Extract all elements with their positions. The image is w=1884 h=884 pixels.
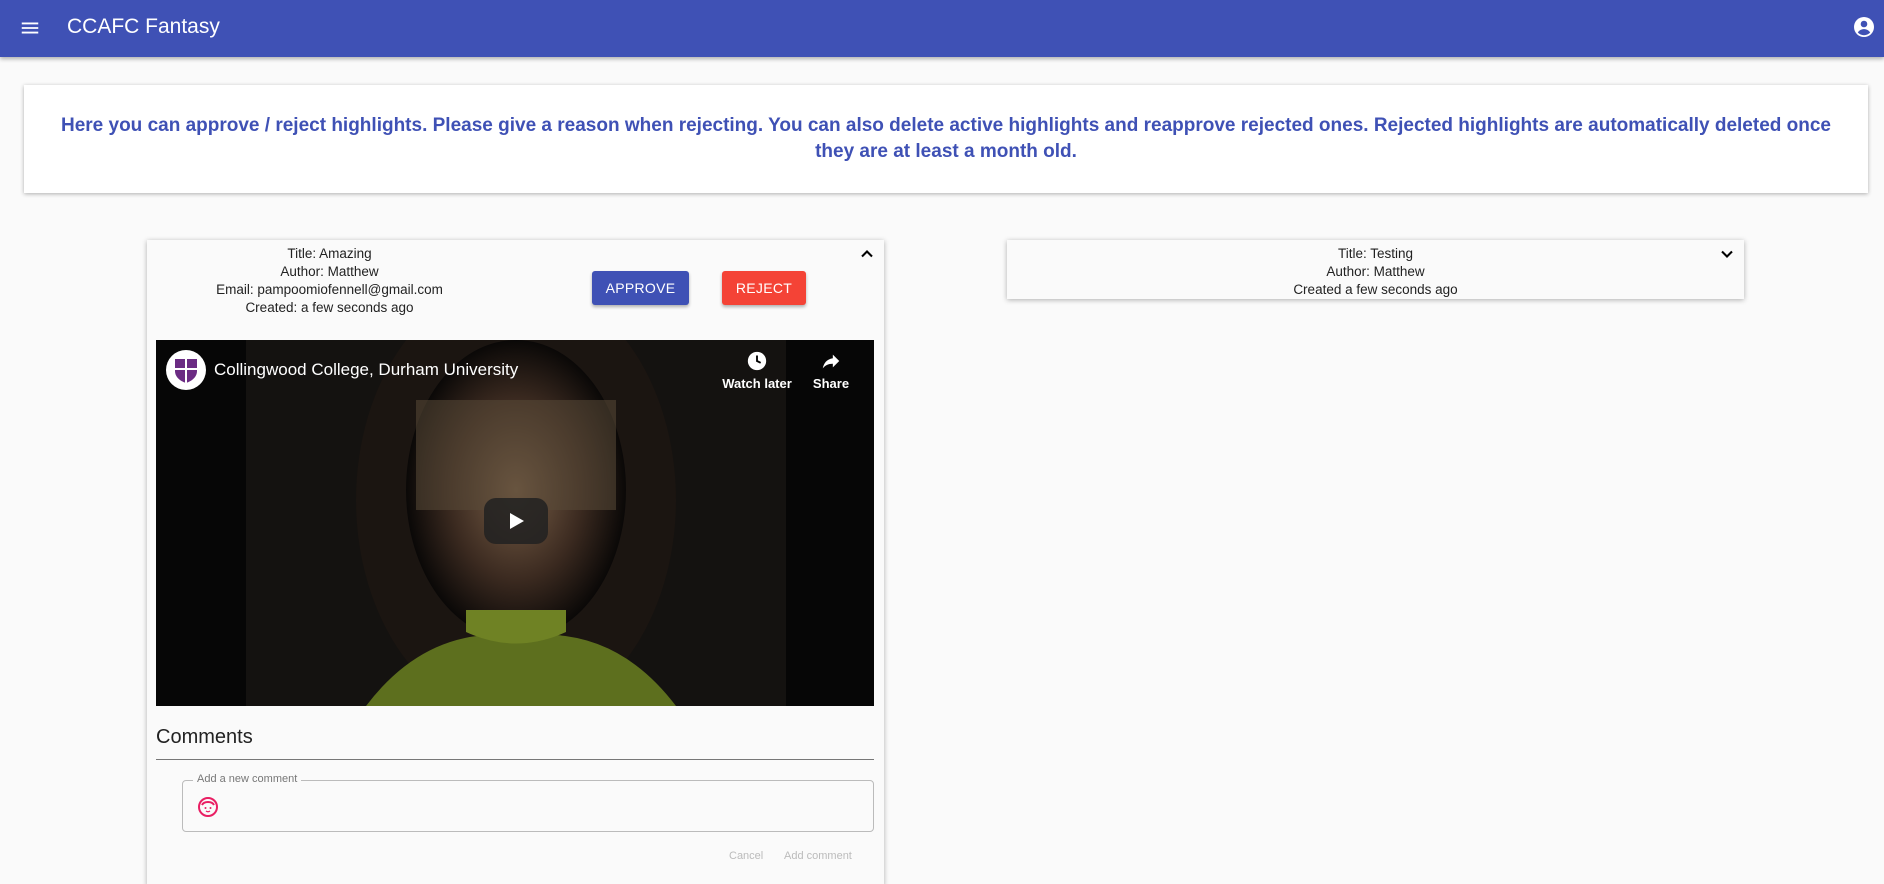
clock-icon [747, 351, 767, 371]
highlight-panel-collapsed[interactable]: Title: Testing Author: Matthew Created a… [1007, 240, 1744, 299]
info-card: Here you can approve / reject highlights… [24, 85, 1868, 193]
account-circle-icon[interactable] [1852, 15, 1876, 39]
comments-title: Comments [156, 726, 253, 748]
share-button[interactable]: Share [806, 350, 856, 391]
chevron-up-icon[interactable] [857, 244, 877, 264]
highlight-created: Created: a few seconds ago [245, 300, 414, 315]
highlight-meta: Title: Amazing Author: Matthew Email: pa… [147, 245, 512, 317]
highlight-meta: Title: Testing Author: Matthew Created a… [1007, 245, 1744, 299]
video-player[interactable]: Collingwood College, Durham University W… [156, 340, 874, 706]
play-button[interactable] [484, 498, 548, 544]
highlight-created: Created a few seconds ago [1293, 282, 1458, 297]
share-label: Share [812, 376, 850, 391]
reject-button[interactable]: REJECT [722, 271, 806, 305]
highlight-email: Email: pampoomiofennell@gmail.com [216, 282, 443, 297]
highlight-title: Title: Testing [1337, 246, 1414, 261]
chevron-down-icon[interactable] [1717, 244, 1737, 264]
user-avatar-icon [198, 797, 218, 817]
channel-logo[interactable] [166, 350, 206, 390]
info-text: Here you can approve / reject highlights… [60, 115, 1831, 162]
play-icon [510, 513, 524, 529]
comment-input[interactable] [182, 780, 874, 832]
menu-icon[interactable] [19, 17, 41, 39]
crest-icon [175, 359, 197, 383]
watch-later-label: Watch later [722, 376, 792, 391]
comment-input-label: Add a new comment [193, 773, 302, 785]
video-channel-title[interactable]: Collingwood College, Durham University [214, 360, 518, 380]
app-title: CCAFC Fantasy [67, 15, 220, 38]
highlight-author: Author: Matthew [280, 264, 379, 279]
highlight-author: Author: Matthew [1326, 264, 1425, 279]
add-comment-button[interactable]: Add comment [784, 850, 852, 862]
cancel-comment-button[interactable]: Cancel [729, 850, 763, 862]
share-arrow-icon [822, 354, 840, 369]
approve-button[interactable]: APPROVE [592, 271, 689, 305]
highlight-title: Title: Amazing [287, 246, 372, 261]
app-bar: CCAFC Fantasy [0, 0, 1884, 57]
highlight-panel: Title: Amazing Author: Matthew Email: pa… [147, 240, 884, 884]
comments-divider [156, 759, 874, 760]
watch-later-button[interactable]: Watch later [719, 350, 795, 391]
